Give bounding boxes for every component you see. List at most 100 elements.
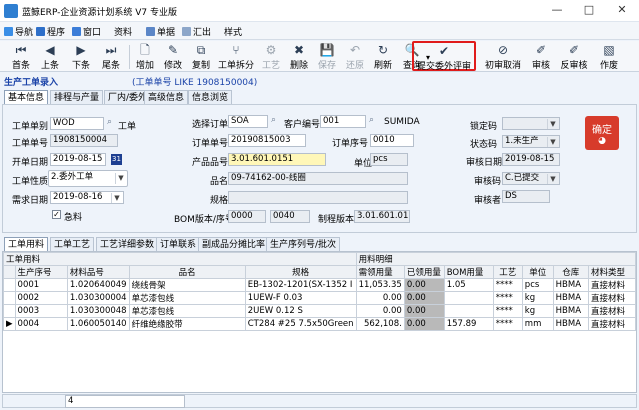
cell[interactable]: 0003 <box>14 304 68 318</box>
audit-date-field[interactable]: 2019-08-15 <box>502 153 560 166</box>
col-header[interactable]: 工艺 <box>492 265 523 279</box>
menu-export[interactable]: 汇出 <box>182 25 211 38</box>
audit-code-field[interactable]: C.已提交 ▼ <box>502 172 560 185</box>
cell[interactable]: 单芯漆包线 <box>128 291 246 305</box>
cell[interactable]: 2UEW 0.12 S <box>244 304 357 318</box>
cell[interactable]: 1.060050140 <box>66 317 130 331</box>
minimize-button[interactable]: — <box>546 2 568 18</box>
cell[interactable]: 单芯漆包线 <box>128 304 246 318</box>
cell[interactable]: **** <box>492 291 523 305</box>
cell[interactable]: 0.00 <box>403 291 445 305</box>
table-row[interactable]: 0003 1.030300048 单芯漆包线 2UEW 0.12 S 0.00 … <box>3 304 636 318</box>
void-button[interactable]: ▧ 作废 <box>596 43 622 71</box>
tab-schedule-output[interactable]: 排程与产量 <box>50 90 104 105</box>
table-row[interactable]: 0002 1.030300004 单芯漆包线 1UEW-F 0.03 0.00 … <box>3 291 636 305</box>
cell[interactable]: HBMA <box>552 304 589 318</box>
tab-info-browse[interactable]: 信息浏览 <box>188 90 233 105</box>
tab-order-link[interactable]: 订单联系 <box>156 237 201 252</box>
col-header[interactable]: 材料品号 <box>66 265 130 279</box>
open-date-field[interactable]: 2019-08-15 <box>50 153 106 166</box>
edit-button[interactable]: ✎ 修改 <box>160 43 186 71</box>
close-button[interactable]: ✕ <box>611 2 633 18</box>
prev-record-button[interactable]: ◀ 上条 <box>37 43 63 71</box>
spec-field[interactable] <box>228 191 408 204</box>
cell[interactable]: 0001 <box>14 278 68 292</box>
wo-no-field[interactable]: 1908150004 <box>50 134 118 147</box>
name-field[interactable]: 09-74162-00-线圈 <box>228 172 408 185</box>
col-header[interactable]: 生产序号 <box>14 265 68 279</box>
cell[interactable]: **** <box>492 278 523 292</box>
tab-basic-info[interactable]: 基本信息 <box>4 90 49 105</box>
split-order-button[interactable]: ⑂ 工单拆分 <box>216 43 256 71</box>
cell[interactable]: 157.89 <box>443 317 494 331</box>
tab-wo-process[interactable]: 工单工艺 <box>50 237 95 252</box>
wo-nature-select[interactable]: 2.委外工单 ▼ <box>48 170 128 187</box>
tab-process-params[interactable]: 工艺详细参数 <box>96 237 159 252</box>
order-seq-field[interactable]: 0010 <box>370 134 414 147</box>
cell[interactable]: 0.00 <box>403 304 445 318</box>
cell[interactable]: 直接材料 <box>587 317 636 331</box>
menu-style[interactable]: 样式 <box>224 25 242 38</box>
tab-serial-batch[interactable]: 生产序列号/批次 <box>266 237 341 252</box>
delete-button[interactable]: ✖ 删除 <box>286 43 312 71</box>
save-button[interactable]: 💾 保存 <box>314 43 340 71</box>
submit-outsource-review-button[interactable]: ✔ 提交委外评审 <box>412 41 476 72</box>
col-header[interactable]: 已领用量 <box>403 265 445 279</box>
cell[interactable]: 0.00 <box>355 304 405 318</box>
order-no-field[interactable]: 20190815003 <box>228 134 306 147</box>
tab-advanced-info[interactable]: 高级信息 <box>144 90 189 105</box>
col-header[interactable]: 品名 <box>128 265 246 279</box>
col-header[interactable]: 规格 <box>244 265 357 279</box>
cell[interactable]: pcs <box>521 278 554 292</box>
cell[interactable]: HBMA <box>552 278 589 292</box>
need-date-field[interactable]: 2019-08-16 ▼ <box>50 191 124 204</box>
bom-seq-field[interactable]: 0040 <box>270 210 310 223</box>
last-record-button[interactable]: ⏭ 尾条 <box>98 43 124 71</box>
first-record-button[interactable]: ⏮ 首条 <box>8 43 34 71</box>
wo-type-field[interactable]: WOD <box>50 117 104 130</box>
col-header[interactable]: 仓库 <box>552 265 589 279</box>
lookup-icon[interactable]: ⌕ <box>107 117 112 127</box>
urgent-checkbox[interactable]: ✓ <box>52 210 61 219</box>
cell[interactable]: 0.00 <box>403 278 445 292</box>
cell[interactable] <box>443 291 494 305</box>
lock-field[interactable]: ▼ <box>502 117 560 130</box>
unit-field[interactable]: pcs <box>370 153 408 166</box>
cell[interactable]: CT284 #25 7.5x50Green <box>244 317 357 331</box>
cell[interactable]: **** <box>492 304 523 318</box>
refresh-button[interactable]: ↻ 刷新 <box>370 43 396 71</box>
cell[interactable]: 直接材料 <box>587 278 636 292</box>
cell[interactable]: kg <box>521 291 554 305</box>
table-row[interactable]: ▶ 0004 1.060050140 纤维绝缘胶带 CT284 #25 7.5x… <box>3 317 636 331</box>
approve-button[interactable]: ✐ 审核 <box>528 43 554 71</box>
lookup-icon[interactable]: ⌕ <box>271 115 276 125</box>
col-header[interactable]: 材料类型 <box>587 265 636 279</box>
col-header[interactable]: 单位 <box>521 265 554 279</box>
cell[interactable]: 0002 <box>14 291 68 305</box>
lookup-icon[interactable]: ⌕ <box>369 115 374 125</box>
product-no-field[interactable]: 3.01.601.0151 <box>228 153 326 166</box>
menu-program[interactable]: 程序 <box>36 25 65 38</box>
next-record-button[interactable]: ▶ 下条 <box>68 43 94 71</box>
cell[interactable]: 1.05 <box>443 278 494 292</box>
calendar-icon[interactable]: 31 <box>111 154 122 165</box>
menu-document[interactable]: 单据 <box>146 25 175 38</box>
cell[interactable]: 0004 <box>14 317 68 331</box>
maximize-button[interactable]: □ <box>578 2 600 18</box>
col-header[interactable]: 需领用量 <box>355 265 405 279</box>
cell[interactable]: 1.030300004 <box>66 291 130 305</box>
cell[interactable]: 562,108. <box>355 317 405 331</box>
unapprove-button[interactable]: ✐ 反审核 <box>558 43 590 71</box>
cell[interactable]: kg <box>521 304 554 318</box>
menu-data[interactable]: 资料 <box>114 25 132 38</box>
menu-navigation[interactable]: 导航 <box>4 25 33 38</box>
cell[interactable]: 11,053.35 <box>355 278 405 292</box>
copy-button[interactable]: ⧉ 复制 <box>188 43 214 71</box>
cell[interactable] <box>443 304 494 318</box>
cell[interactable]: 1UEW-F 0.03 <box>244 291 357 305</box>
cell[interactable]: 纤维绝缘胶带 <box>128 317 246 331</box>
cell[interactable]: EB-1302-1201(SX-1352 I <box>244 278 357 292</box>
cell[interactable]: 直接材料 <box>587 304 636 318</box>
menu-window[interactable]: 窗口 <box>72 25 101 38</box>
cell[interactable]: 绕线骨架 <box>128 278 246 292</box>
